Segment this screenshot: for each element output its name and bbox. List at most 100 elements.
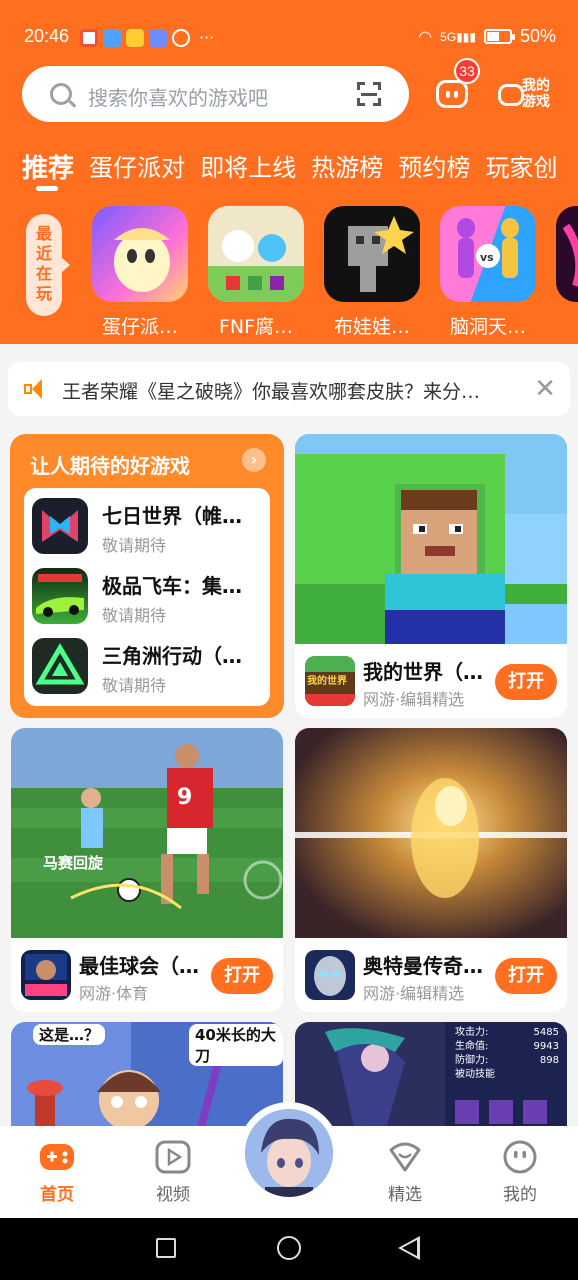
nav-video[interactable]: 视频 — [138, 1140, 208, 1205]
game-tags: 网游·编辑精选 — [363, 984, 465, 1003]
status-right: ◠ 5G▮▮▮ 50% — [418, 26, 556, 47]
battery-percent: 50% — [519, 26, 556, 46]
wechat-icon — [172, 28, 190, 47]
recent-game-name: 布娃娃… — [333, 316, 410, 336]
game-icon — [324, 206, 420, 302]
nav-label: 首页 — [40, 1185, 74, 1205]
search-bar[interactable]: 搜索你喜欢的游戏吧 — [22, 66, 409, 122]
recent-game-name: 脑洞天… — [449, 316, 526, 336]
game-screenshot: 9 马赛回旋 — [11, 728, 283, 938]
game-icon — [32, 498, 88, 554]
game-icon — [32, 568, 88, 624]
chevron-right-icon[interactable]: › — [242, 448, 266, 472]
tab-reservation-chart[interactable]: 预约榜 — [398, 148, 470, 183]
speaker-icon — [24, 378, 48, 400]
game-screenshot — [295, 434, 567, 644]
recent-game[interactable]: vs 脑洞天… — [438, 206, 538, 336]
nav-home[interactable]: 首页 — [22, 1140, 92, 1205]
upcoming-game[interactable]: 极品飞车：集… 敬请期待 — [32, 564, 268, 630]
game-icon — [92, 206, 188, 302]
game-tags: 网游·体育 — [79, 984, 149, 1003]
video-icon — [155, 1140, 191, 1174]
game-card[interactable]: 9 马赛回旋 最佳球会（… 网游·体育 打开 — [11, 728, 283, 1012]
game-card[interactable]: 攻击力: 5485 生命值: 9943 防御力: 898 被动技能 — [295, 1022, 567, 1142]
upcoming-title[interactable]: 让人期待的好游戏 — [30, 450, 190, 479]
game-name: 我的世界（… — [363, 660, 483, 684]
message-icon — [436, 80, 468, 108]
assistant-avatar-button[interactable] — [238, 1102, 340, 1204]
game-card[interactable]: 奥特曼传奇… 网游·编辑精选 打开 — [295, 728, 567, 1012]
nav-label: 精选 — [388, 1185, 422, 1205]
tab-eggy-party[interactable]: 蛋仔派对 — [89, 148, 185, 183]
open-button[interactable]: 打开 — [211, 958, 273, 994]
battery-icon — [483, 29, 515, 44]
recent-apps-button[interactable] — [156, 1238, 176, 1258]
game-icon — [556, 206, 578, 302]
recently-played-list: 蛋仔派… FNF腐… 布娃娃… vs 脑洞天… 狂 — [90, 206, 578, 336]
recent-game-name: 蛋仔派… — [101, 316, 178, 336]
announcement-bar[interactable]: 王者荣耀《星之破晓》你最喜欢哪套皮肤？来分… ✕ — [8, 362, 570, 416]
recent-game[interactable]: 布娃娃… — [322, 206, 422, 336]
game-screenshot — [295, 728, 567, 938]
nav-label: 我的 — [503, 1185, 537, 1205]
wifi-icon: ◠ — [418, 28, 433, 46]
avatar — [245, 1109, 333, 1197]
upcoming-game-name: 极品飞车：集… — [102, 574, 242, 598]
game-card[interactable]: 这是…？ 40米长的大刀 — [11, 1022, 283, 1142]
home-button[interactable] — [277, 1236, 301, 1260]
recent-game[interactable]: 狂 — [554, 206, 578, 336]
game-icon: vs — [440, 206, 536, 302]
heart-icon — [387, 1140, 423, 1174]
tab-hot-chart[interactable]: 热游榜 — [311, 148, 383, 183]
game-icon-text: 我的世界 — [307, 676, 347, 687]
header: 20:46 ··· ◠ 5G▮▮▮ 50% 搜索你喜欢的游戏吧 33 我的游戏 … — [0, 0, 578, 344]
nav-profile[interactable]: 我的 — [485, 1140, 555, 1205]
profile-icon — [502, 1140, 538, 1174]
upcoming-game[interactable]: 七日世界（帷… 敬请期待 — [32, 494, 268, 560]
nav-label: 视频 — [156, 1185, 190, 1205]
search-icon — [50, 83, 72, 105]
back-button[interactable] — [398, 1236, 420, 1260]
tab-coming-soon[interactable]: 即将上线 — [200, 148, 296, 183]
search-placeholder: 搜索你喜欢的游戏吧 — [88, 86, 268, 110]
system-navigation-bar — [0, 1218, 578, 1280]
image-caption: 这是…？ — [33, 1024, 106, 1045]
category-tabs: 推荐 蛋仔派对 即将上线 热游榜 预约榜 玩家创 — [22, 148, 578, 192]
recent-game[interactable]: FNF腐… — [206, 206, 306, 336]
tab-recommend[interactable]: 推荐 — [22, 148, 74, 191]
recent-game-name: FNF腐… — [218, 316, 294, 336]
gamepad-icon — [39, 1140, 75, 1174]
game-card[interactable]: 我的世界 我的世界（… 网游·编辑精选 打开 — [295, 434, 567, 718]
image-caption: 40米长的大刀 — [189, 1024, 283, 1066]
open-button[interactable]: 打开 — [495, 664, 557, 700]
recently-played-tag: 最近在玩 — [26, 214, 70, 316]
more-notifications: ··· — [199, 28, 215, 47]
security-icon — [126, 28, 144, 47]
upcoming-game[interactable]: 三角洲行动（… 敬请期待 — [32, 634, 268, 700]
image-caption: 马赛回旋 — [43, 854, 104, 872]
recent-game-name: 狂 — [554, 312, 578, 336]
upcoming-game-status: 敬请期待 — [102, 606, 167, 625]
nav-featured[interactable]: 精选 — [370, 1140, 440, 1205]
game-name: 最佳球会（… — [79, 954, 199, 978]
upcoming-list: 七日世界（帷… 敬请期待 极品飞车：集… 敬请期待 三角洲行动（… 敬请期待 — [24, 488, 270, 706]
recent-game[interactable]: 蛋仔派… — [90, 206, 190, 336]
tab-player-created[interactable]: 玩家创 — [485, 148, 557, 183]
xiaohongshu-icon — [80, 28, 98, 47]
game-icon: 我的世界 — [305, 656, 355, 706]
game-name: 奥特曼传奇… — [363, 954, 483, 978]
game-icon — [32, 638, 88, 694]
upcoming-game-name: 三角洲行动（… — [102, 644, 242, 668]
notification-icons: ··· — [80, 28, 214, 47]
signal-icon: 5G▮▮▮ — [440, 29, 476, 44]
open-button[interactable]: 打开 — [495, 958, 557, 994]
messages-badge: 33 — [454, 58, 480, 84]
game-screenshot: 攻击力: 5485 生命值: 9943 防御力: 898 被动技能 — [295, 1022, 567, 1142]
upcoming-game-status: 敬请期待 — [102, 536, 167, 555]
scan-icon[interactable] — [357, 82, 381, 106]
status-bar: 20:46 ··· ◠ 5G▮▮▮ 50% — [0, 0, 578, 72]
upcoming-game-name: 七日世界（帷… — [102, 504, 242, 528]
close-icon[interactable]: ✕ — [534, 374, 556, 404]
svg-text:vs: vs — [480, 251, 494, 264]
game-icon — [21, 950, 71, 1000]
